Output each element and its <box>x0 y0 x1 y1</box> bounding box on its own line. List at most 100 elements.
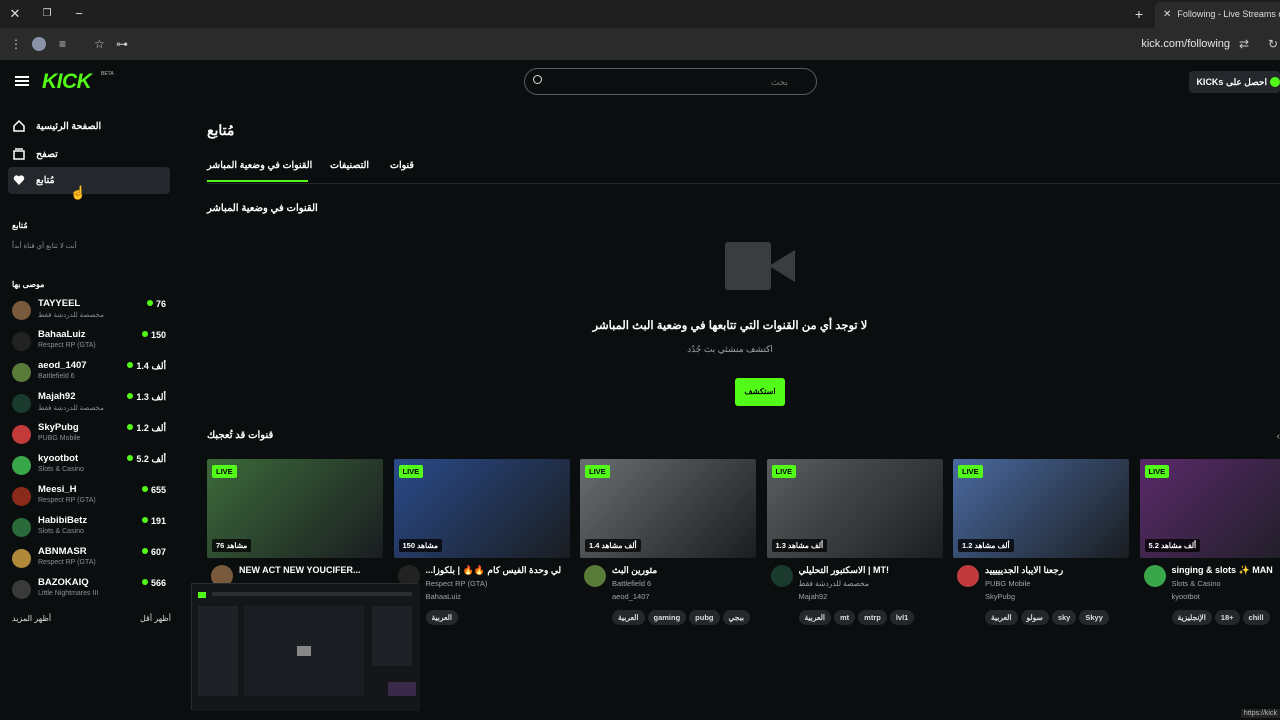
stream-thumbnail[interactable]: LIVE 1.3 ألف مشاهد <box>766 459 943 558</box>
stream-thumbnail[interactable]: LIVE 1.4 ألف مشاهد <box>580 459 756 558</box>
sidebar-channel[interactable]: BAZOKAIQ Little Nightmares III 566 <box>12 577 168 605</box>
stream-card[interactable]: LIVE 1.2 ألف مشاهد رجعنا الايباد الجدييييي… <box>953 459 1129 629</box>
channel-avatar <box>12 580 31 599</box>
explore-button[interactable]: استكشف <box>735 378 785 406</box>
streamer-avatar[interactable] <box>584 565 606 587</box>
streamer-avatar[interactable] <box>1143 565 1166 587</box>
viewer-count-badge: 5.2 ألف مشاهد <box>1144 539 1201 552</box>
tab-categories[interactable]: التصنيفات <box>330 160 369 171</box>
sidebar-channel[interactable]: aeod_1407 Battlefield 6 1.4 ألف <box>12 360 168 388</box>
stream-thumbnail[interactable]: LIVE 150 مشاهد <box>393 459 570 558</box>
tag-chip[interactable]: العربية <box>425 610 458 625</box>
live-dot-icon <box>141 579 148 585</box>
stream-title[interactable]: singing & slots ✨ MAN <box>1172 565 1280 576</box>
show-more-link[interactable]: أظهر المزيد <box>12 614 51 623</box>
stream-category[interactable]: Battlefield 6 <box>612 579 651 588</box>
sidebar-channel[interactable]: Majah92 مخصصة للدردشة فقط 1.3 ألف <box>12 391 168 419</box>
channel-name: kyootbot <box>38 453 79 464</box>
stream-title[interactable]: مثورين البث <box>612 565 756 576</box>
tune-icon[interactable]: ⇄ <box>1239 37 1249 51</box>
tag-chip[interactable]: الإنجليزية <box>1171 610 1212 625</box>
sidebar-channel[interactable]: HabibiBetz Slots & Casino 191 <box>12 515 168 543</box>
minimize-window-icon[interactable]: − <box>71 6 87 22</box>
close-window-icon[interactable]: ✕ <box>7 6 23 22</box>
sidebar-channel[interactable]: BahaaLuiz Respect RP (GTA) 150 <box>12 329 168 357</box>
tag-chip[interactable]: 18+ <box>1214 610 1240 625</box>
search-input[interactable] <box>553 73 788 91</box>
tag-chip[interactable]: Skyy <box>1079 610 1109 625</box>
streamer-name[interactable]: BahaaLuiz <box>426 592 461 601</box>
channel-viewers: 566 <box>141 578 166 588</box>
url-text[interactable]: kick.com/following <box>1141 38 1230 50</box>
tab-title: Following - Live Streams on K <box>1177 9 1280 19</box>
tabs-list-icon[interactable]: ≡ <box>59 37 66 51</box>
sidebar-channel[interactable]: SkyPubg PUBG Mobile 1.2 ألف <box>12 422 168 450</box>
tag-chip[interactable]: mt <box>834 610 856 625</box>
site-settings-icon[interactable]: ⊶ <box>116 37 128 51</box>
streamer-avatar[interactable] <box>957 565 979 587</box>
tag-chip[interactable]: pubg <box>689 610 720 625</box>
menu-dots-icon[interactable]: ⋮ <box>10 37 22 51</box>
carousel-arrow-icon[interactable]: ‹ <box>1277 431 1280 442</box>
viewer-count-badge: 1.2 ألف مشاهد <box>958 539 1014 552</box>
sidebar-channel[interactable]: kyootbot Slots & Casino 5.2 ألف <box>12 453 168 481</box>
stream-thumbnail[interactable]: LIVE 76 مشاهد <box>207 459 383 558</box>
empty-state-title: لا توجد أي من القنوات التي تتابعها في وض… <box>592 320 868 332</box>
new-tab-icon[interactable]: + <box>1135 6 1143 22</box>
live-dot-icon <box>146 300 153 306</box>
nav-home[interactable]: الصفحة الرئيسية <box>8 113 170 140</box>
stream-title[interactable]: رجعنا الايباد الجديييييد <box>985 565 1129 576</box>
tag-chip[interactable]: العربية <box>985 610 1018 625</box>
tag-chip[interactable]: العربية <box>798 610 831 625</box>
stream-title[interactable]: NEW ACT NEW YOUCIFER... <box>239 565 383 575</box>
show-less-link[interactable]: أظهر أقل <box>140 614 171 623</box>
tag-chip[interactable]: lvl1 <box>889 610 915 625</box>
stream-category[interactable]: مخصصة للدردشة فقط <box>799 579 870 588</box>
tag-chip[interactable]: mtrp <box>858 610 887 625</box>
live-section-title: القنوات في وضعية المباشر <box>207 203 318 214</box>
browser-tab[interactable]: ✕ Following - Live Streams on K <box>1155 2 1280 28</box>
streamer-name[interactable]: aeod_1407 <box>612 592 650 601</box>
hamburger-menu-icon[interactable] <box>15 76 29 86</box>
viewer-count: 1.2 ألف <box>136 423 166 433</box>
stream-card[interactable]: LIVE 1.4 ألف مشاهد مثورين البث Battlefield … <box>580 459 756 629</box>
reload-icon[interactable]: ↻ <box>1268 37 1278 51</box>
stream-thumbnail[interactable]: LIVE 1.2 ألف مشاهد <box>953 459 1129 558</box>
stream-title[interactable]: الاسكتبور التحليلي | MT! <box>799 565 943 576</box>
tag-chip[interactable]: ببجي <box>722 610 750 625</box>
tag-chip[interactable]: gaming <box>647 610 687 625</box>
nav-following[interactable]: مُتابع <box>8 167 170 194</box>
tab-channels[interactable]: قنوات <box>390 160 414 171</box>
stream-category[interactable]: Slots & Casino <box>1172 579 1221 588</box>
streamer-name[interactable]: Majah92 <box>799 592 828 601</box>
sidebar: الصفحة الرئيسية تصفح مُتابع مُتابع أنت ل… <box>0 104 180 720</box>
stream-card[interactable]: LIVE 5.2 ألف مشاهد singing & slots ✨ MAN Sl… <box>1139 459 1280 629</box>
sidebar-channel[interactable]: ABNMASR Respect RP (GTA) 607 <box>12 546 168 574</box>
nav-browse[interactable]: تصفح <box>8 141 170 168</box>
tag-chip[interactable]: sky <box>1051 610 1077 625</box>
kick-logo[interactable]: KICK <box>42 70 92 94</box>
bookmark-star-icon[interactable]: ☆ <box>94 37 105 51</box>
tag-chip[interactable]: سولو <box>1020 610 1049 625</box>
stream-thumbnail[interactable]: LIVE 5.2 ألف مشاهد <box>1139 459 1280 558</box>
live-dot-icon <box>141 486 148 492</box>
viewer-count-badge: 150 مشاهد <box>398 539 442 552</box>
streamer-avatar[interactable] <box>770 565 793 587</box>
streamer-name[interactable]: SkyPubg <box>985 592 1015 601</box>
search-box[interactable] <box>524 68 817 95</box>
stream-category[interactable]: PUBG Mobile <box>985 579 1030 588</box>
restore-window-icon[interactable]: ❐ <box>39 6 55 22</box>
channel-avatar <box>12 487 31 506</box>
stream-title[interactable]: ...لي وحدة الفيس كام 🔥🔥 | بلكوزا <box>426 565 570 576</box>
sidebar-channel[interactable]: TAYYEEL مخصصة للدردشة فقط 76 <box>12 298 168 326</box>
get-kicks-button[interactable]: احصل على KICKs <box>1189 71 1280 93</box>
tab-live-channels[interactable]: القنوات في وضعية المباشر <box>207 160 312 171</box>
sidebar-channel[interactable]: Meesi_H Respect RP (GTA) 655 <box>12 484 168 512</box>
tag-chip[interactable]: chill <box>1242 610 1270 625</box>
close-tab-icon[interactable]: ✕ <box>1163 9 1171 20</box>
streamer-name[interactable]: kyootbot <box>1172 592 1200 601</box>
stream-category[interactable]: Respect RP (GTA) <box>426 579 488 588</box>
stream-card[interactable]: LIVE 1.3 ألف مشاهد الاسكتبور التحليلي | MT… <box>766 459 943 629</box>
profile-icon[interactable] <box>32 37 46 51</box>
tag-chip[interactable]: العربية <box>612 610 645 625</box>
